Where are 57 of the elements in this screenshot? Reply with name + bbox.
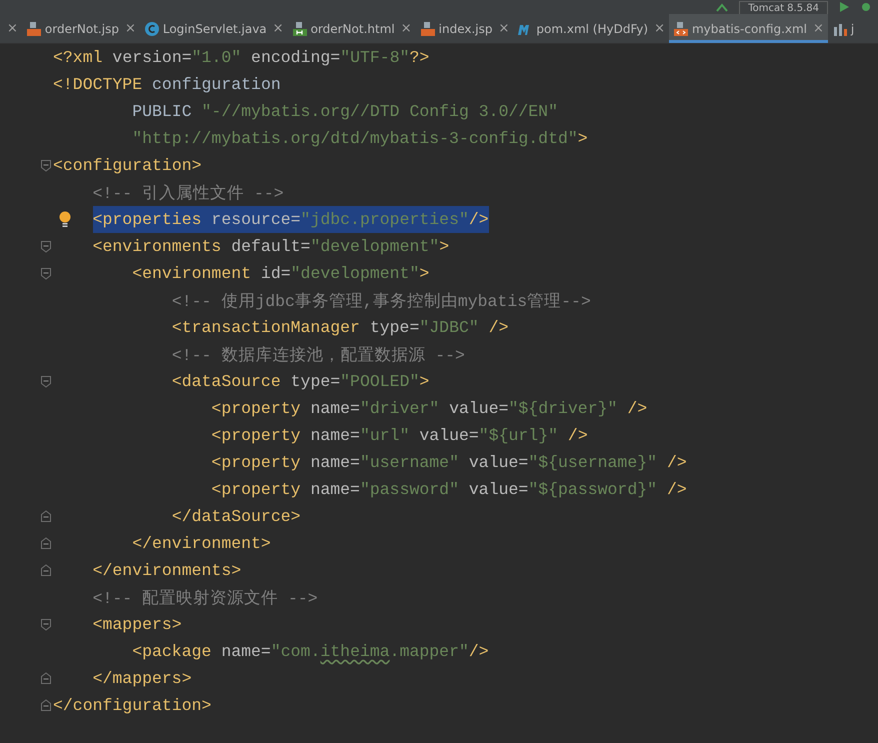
editor-tab[interactable]: orderNot.jsp × [22, 14, 140, 43]
code-line: <dataSource type="POOLED"> [172, 372, 430, 391]
editor-tab[interactable]: orderNot.html × [288, 14, 416, 43]
code-line: <environments default="development"> [92, 237, 450, 256]
code-line: <configuration> [53, 156, 202, 175]
jsp-file-icon [26, 20, 42, 36]
editor-tab[interactable]: pom.xml (HyDdFy) × [513, 14, 669, 43]
editor-tab[interactable]: LoginServlet.java × [140, 14, 288, 43]
code-line: PUBLIC "-//mybatis.org//DTD Config 3.0//EN" [132, 102, 558, 121]
code-line: <environment id="development"> [132, 264, 430, 283]
close-tab-icon[interactable]: × [498, 21, 510, 36]
fold-icon[interactable] [40, 699, 52, 712]
code-line: </mappers> [92, 669, 192, 688]
code-line: <!-- 引入属性文件 --> [92, 182, 284, 204]
xml-file-icon [672, 20, 689, 36]
fold-icon[interactable] [40, 537, 52, 550]
code-line: <property name="password" value="${password}" /> [211, 480, 687, 499]
code-line: <!DOCTYPE configuration [53, 75, 281, 94]
close-tab-icon[interactable]: × [654, 21, 665, 36]
code-line: </dataSource> [172, 507, 301, 526]
close-tab-icon[interactable]: × [272, 21, 284, 36]
lightbulb-icon[interactable] [58, 211, 72, 228]
code-line: "http://mybatis.org/dtd/mybatis-3-config.dtd"> [132, 129, 588, 148]
editor-tab[interactable]: × [0, 14, 22, 43]
fold-icon[interactable] [40, 510, 52, 523]
run-config-dropdown[interactable]: Tomcat 8.5.84 [739, 1, 828, 14]
code-line: <property name="driver" value="${driver}" /> [211, 399, 648, 418]
close-tab-icon[interactable]: × [400, 21, 412, 36]
code-line: <!-- 数据库连接池，配置数据源 --> [172, 344, 465, 366]
close-tab-icon[interactable]: × [124, 21, 136, 36]
code-line: <property name="username" value="${username}" /> [211, 453, 687, 472]
close-tab-icon[interactable]: × [7, 21, 18, 36]
code-line: <!-- 使用jdbc事务管理,事务控制由mybatis管理--> [172, 290, 591, 312]
fold-icon[interactable] [40, 159, 52, 172]
fold-icon[interactable] [40, 267, 52, 280]
code-line: <!-- 配置映射资源文件 --> [92, 588, 318, 608]
code-line: <package name="com.itheima.mapper"/> [132, 642, 489, 661]
editor-tab[interactable]: j [828, 14, 858, 43]
editor-tab[interactable]: mybatis-config.xml × [668, 14, 828, 43]
fold-icon[interactable] [40, 240, 52, 253]
code-line: </configuration> [53, 696, 212, 715]
debug-icon [860, 1, 872, 13]
code-line: <mappers> [92, 615, 182, 634]
code-line: </environment> [132, 534, 271, 553]
html-file-icon [292, 20, 308, 36]
class-icon [144, 20, 160, 36]
fold-icon[interactable] [40, 618, 52, 631]
code-line: <?xml version="1.0" encoding="UTF-8"?> [53, 48, 430, 67]
fold-icon[interactable] [40, 564, 52, 577]
code-line: <property name="url" value="${url}" /> [211, 426, 588, 445]
jsp-file-icon [420, 20, 436, 36]
editor-tab[interactable]: index.jsp × [416, 14, 514, 43]
fold-icon[interactable] [40, 375, 52, 388]
fold-icon[interactable] [40, 672, 52, 685]
close-tab-icon[interactable]: × [813, 21, 824, 36]
code-line: <transactionManager type="JDBC" /> [172, 318, 509, 337]
code-line: </environments> [92, 561, 242, 580]
